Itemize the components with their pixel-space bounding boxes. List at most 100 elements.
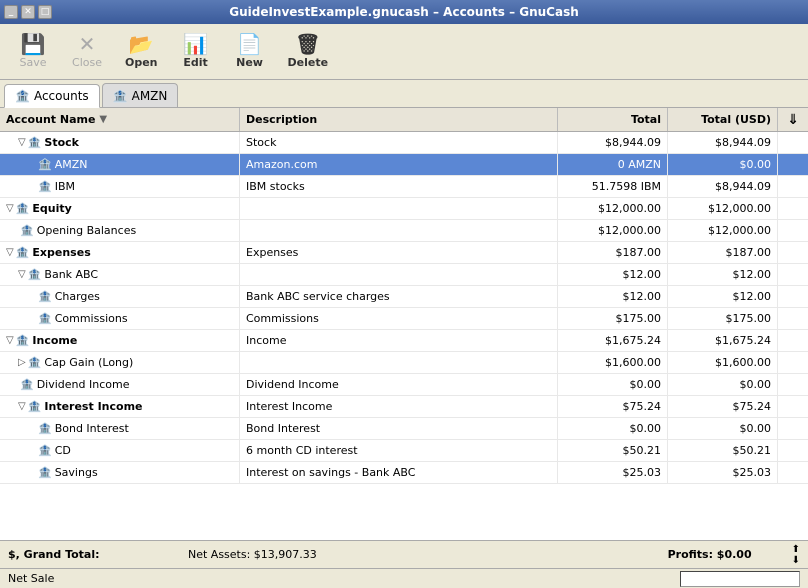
account-icon: 🏦 xyxy=(38,444,52,457)
col-header-total-usd[interactable]: Total (USD) xyxy=(668,108,778,131)
cell-desc: Bank ABC service charges xyxy=(240,286,558,307)
close-button[interactable]: ✕ xyxy=(21,5,35,19)
tabs-bar: 🏦 Accounts 🏦 AMZN xyxy=(0,80,808,108)
cell-total: $1,600.00 xyxy=(558,352,668,373)
table-row[interactable]: 🏦 Charges Bank ABC service charges $12.0… xyxy=(0,286,808,308)
table-row[interactable]: ▽ 🏦 Stock Stock $8,944.09 $8,944.09 xyxy=(0,132,808,154)
cell-extra xyxy=(778,242,808,263)
cell-extra xyxy=(778,154,808,175)
amzn-tab-icon: 🏦 xyxy=(113,89,128,103)
tab-accounts[interactable]: 🏦 Accounts xyxy=(4,84,100,108)
cell-total: 51.7598 IBM xyxy=(558,176,668,197)
cell-total-usd: $8,944.09 xyxy=(668,176,778,197)
account-name: IBM xyxy=(55,180,75,193)
expand-icon[interactable]: ▽ xyxy=(18,401,26,412)
table-row[interactable]: 🏦 Commissions Commissions $175.00 $175.0… xyxy=(0,308,808,330)
open-button[interactable]: 📂 Open xyxy=(116,29,167,75)
cell-desc xyxy=(240,264,558,285)
col-header-desc[interactable]: Description xyxy=(240,108,558,131)
table-row[interactable]: ▽ 🏦 Interest Income Interest Income $75.… xyxy=(0,396,808,418)
table-row[interactable]: 🏦 CD 6 month CD interest $50.21 $50.21 xyxy=(0,440,808,462)
profits-text: Profits: $0.00 xyxy=(668,548,792,561)
cell-extra xyxy=(778,396,808,417)
cell-extra xyxy=(778,176,808,197)
cell-total-usd: $187.00 xyxy=(668,242,778,263)
cell-extra xyxy=(778,264,808,285)
col-header-total[interactable]: Total xyxy=(558,108,668,131)
expand-icon[interactable]: ▽ xyxy=(6,335,14,346)
account-icon: 🏦 xyxy=(16,202,30,215)
account-name: Savings xyxy=(55,466,98,479)
close-button[interactable]: ✕ Close xyxy=(62,29,112,75)
save-button[interactable]: 💾 Save xyxy=(8,29,58,75)
expand-icon[interactable]: ▽ xyxy=(6,247,14,258)
cell-total: $0.00 xyxy=(558,418,668,439)
table-row[interactable]: ▽ 🏦 Bank ABC $12.00 $12.00 xyxy=(0,264,808,286)
cell-name: 🏦 Bond Interest xyxy=(0,418,240,439)
cell-name: 🏦 AMZN xyxy=(0,154,240,175)
table-row[interactable]: ▽ 🏦 Income Income $1,675.24 $1,675.24 xyxy=(0,330,808,352)
table-row[interactable]: 🏦 Savings Interest on savings - Bank ABC… xyxy=(0,462,808,484)
cell-extra xyxy=(778,374,808,395)
cell-extra xyxy=(778,132,808,153)
maximize-button[interactable]: □ xyxy=(38,5,52,19)
account-icon: 🏦 xyxy=(38,466,52,479)
cell-desc xyxy=(240,352,558,373)
edit-icon: 📊 xyxy=(183,34,208,54)
cell-extra xyxy=(778,352,808,373)
window-controls[interactable]: _ ✕ □ xyxy=(4,5,52,19)
new-button[interactable]: 📄 New xyxy=(225,29,275,75)
cell-total-usd: $175.00 xyxy=(668,308,778,329)
cell-total: $75.24 xyxy=(558,396,668,417)
toolbar: 💾 Save ✕ Close 📂 Open 📊 Edit 📄 New 🗑 Del… xyxy=(0,24,808,80)
edit-button[interactable]: 📊 Edit xyxy=(171,29,221,75)
cell-desc: Interest Income xyxy=(240,396,558,417)
cell-name: ▽ 🏦 Equity xyxy=(0,198,240,219)
account-name: Bond Interest xyxy=(55,422,129,435)
table-row[interactable]: 🏦 Bond Interest Bond Interest $0.00 $0.0… xyxy=(0,418,808,440)
table-header: Account Name ▼ Description Total Total (… xyxy=(0,108,808,132)
account-name: Stock xyxy=(44,136,79,149)
col-header-name[interactable]: Account Name ▼ xyxy=(0,108,240,131)
col-header-scroll[interactable]: ⇓ xyxy=(778,108,808,131)
cell-name: 🏦 Commissions xyxy=(0,308,240,329)
expand-icon[interactable]: ▽ xyxy=(18,269,26,280)
status-input[interactable] xyxy=(680,571,800,587)
cell-total: $0.00 xyxy=(558,374,668,395)
footer-scroll[interactable]: ⬆⬇ xyxy=(792,544,800,566)
cell-name: ▽ 🏦 Bank ABC xyxy=(0,264,240,285)
account-name: CD xyxy=(55,444,71,457)
cell-desc: Bond Interest xyxy=(240,418,558,439)
table-row[interactable]: 🏦 AMZN Amazon.com 0 AMZN $0.00 xyxy=(0,154,808,176)
cell-name: 🏦 CD xyxy=(0,440,240,461)
table-row[interactable]: ▽ 🏦 Equity $12,000.00 $12,000.00 xyxy=(0,198,808,220)
account-name: Equity xyxy=(32,202,71,215)
cell-total: 0 AMZN xyxy=(558,154,668,175)
delete-button[interactable]: 🗑 Delete xyxy=(279,29,338,75)
table-row[interactable]: ▷ 🏦 Cap Gain (Long) $1,600.00 $1,600.00 xyxy=(0,352,808,374)
account-name: Cap Gain (Long) xyxy=(44,356,133,369)
cell-desc: Stock xyxy=(240,132,558,153)
minimize-button[interactable]: _ xyxy=(4,5,18,19)
cell-name: ▽ 🏦 Interest Income xyxy=(0,396,240,417)
expand-icon[interactable]: ▽ xyxy=(6,203,14,214)
cell-extra xyxy=(778,220,808,241)
window-title: GuideInvestExample.gnucash – Accounts – … xyxy=(229,5,579,19)
table-row[interactable]: ▽ 🏦 Expenses Expenses $187.00 $187.00 xyxy=(0,242,808,264)
table-row[interactable]: 🏦 Opening Balances $12,000.00 $12,000.00 xyxy=(0,220,808,242)
account-icon: 🏦 xyxy=(38,158,52,171)
table-row[interactable]: 🏦 IBM IBM stocks 51.7598 IBM $8,944.09 xyxy=(0,176,808,198)
expand-icon[interactable]: ▽ xyxy=(18,137,26,148)
tab-amzn[interactable]: 🏦 AMZN xyxy=(102,83,179,107)
table-body: ▽ 🏦 Stock Stock $8,944.09 $8,944.09 🏦 AM… xyxy=(0,132,808,540)
cell-desc xyxy=(240,198,558,219)
cell-desc: Dividend Income xyxy=(240,374,558,395)
account-icon: 🏦 xyxy=(28,400,42,413)
cell-name: 🏦 IBM xyxy=(0,176,240,197)
cell-total-usd: $12,000.00 xyxy=(668,198,778,219)
cell-total-usd: $12.00 xyxy=(668,286,778,307)
cell-total-usd: $50.21 xyxy=(668,440,778,461)
account-name: Bank ABC xyxy=(44,268,98,281)
expand-icon[interactable]: ▷ xyxy=(18,357,26,368)
table-row[interactable]: 🏦 Dividend Income Dividend Income $0.00 … xyxy=(0,374,808,396)
